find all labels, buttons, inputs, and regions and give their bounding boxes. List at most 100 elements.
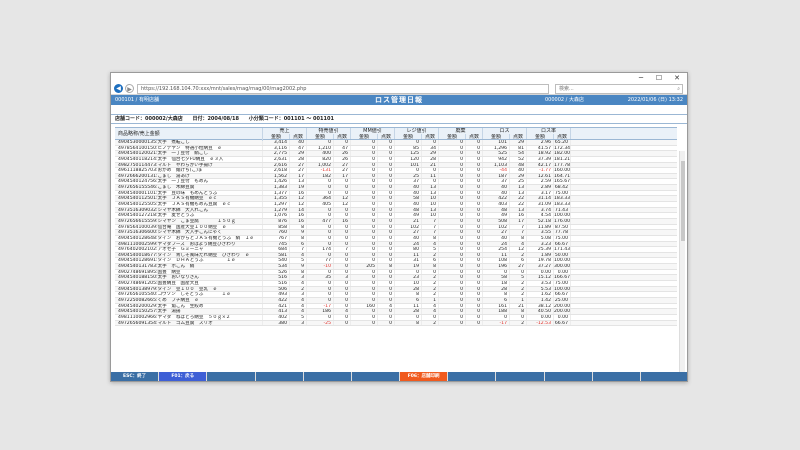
- header-amount: 金額: [483, 134, 510, 139]
- row-item-name: 4904540127218:太手 麦せとうふ: [115, 213, 263, 218]
- row-cell: 0: [466, 297, 483, 303]
- row-cell: 12: [290, 202, 307, 207]
- vertical-scrollbar[interactable]: [679, 151, 685, 377]
- row-cell: 0: [466, 140, 483, 145]
- row-cell: 0: [378, 275, 395, 281]
- row-cell: 4.54: [527, 213, 554, 218]
- row-cell: 2,631: [263, 156, 290, 162]
- row-cell: 508: [483, 218, 510, 224]
- row-cell: 1,426: [263, 179, 290, 185]
- search-conditions: 店舗コード：000002/大森店 日付：2004/08/18 小分類コード：00…: [111, 114, 687, 124]
- row-cell: 0: [351, 235, 378, 241]
- row-cell: 0: [378, 230, 395, 235]
- row-cell: 254: [483, 247, 510, 252]
- table-row[interactable]: 4972656091354:マルト ゴム豆腐 スリオ 380 3 -25 0 0 0 8 2 0 0…: [115, 320, 677, 327]
- row-cell: 183.33: [554, 196, 571, 202]
- row-item-name: 4972656105540:コウソン しそとうふ １ｅ: [115, 292, 263, 297]
- row-cell: 12.61: [527, 173, 554, 179]
- row-cell: 0: [466, 286, 483, 292]
- row-item-name: 4981110002599:ヤマダフーズ おはよう納豆ひきわり: [115, 241, 263, 247]
- row-item-name: 4904540131783:太手 ホこん 絹: [115, 264, 263, 269]
- back-arrow-icon[interactable]: ◀: [114, 84, 123, 93]
- row-cell: 0: [351, 185, 378, 190]
- row-cell: 172.34: [554, 145, 571, 151]
- row-cell: 0: [439, 286, 466, 292]
- function-key-1[interactable]: F01：戻る: [159, 372, 207, 381]
- search-input[interactable]: 検索... ⌕: [555, 84, 683, 94]
- row-cell: 0: [466, 314, 483, 320]
- row-cell: 0: [466, 173, 483, 179]
- search-icon[interactable]: ⌕: [677, 85, 680, 93]
- function-key-4[interactable]: [303, 372, 351, 381]
- row-cell: 48: [483, 207, 510, 213]
- row-item-name: 4972656615559:シマヤン ごま豆腐 １５０ｇ: [115, 218, 263, 224]
- row-cell: 27: [483, 230, 510, 235]
- url-input[interactable]: https://192.168.104.70:xxx/mnt/sales/rna…: [137, 84, 549, 94]
- row-cell: 405: [307, 202, 334, 207]
- close-icon[interactable]: ✕: [671, 74, 683, 82]
- row-cell: 125: [395, 151, 422, 156]
- function-key-0[interactable]: ESC：終了: [111, 372, 159, 381]
- row-cell: 8: [422, 264, 439, 269]
- row-cell: 0: [439, 309, 466, 314]
- row-cell: 38.12: [527, 303, 554, 309]
- row-cell: 10: [395, 281, 422, 286]
- function-key-9[interactable]: [544, 372, 592, 381]
- row-cell: 0: [351, 190, 378, 196]
- row-cell: 6: [290, 241, 307, 247]
- row-cell: 0: [307, 213, 334, 218]
- row-cell: 2: [422, 286, 439, 292]
- scrollbar-thumb[interactable]: [681, 161, 685, 241]
- function-key-2[interactable]: [207, 372, 255, 381]
- function-key-5[interactable]: [351, 372, 400, 381]
- row-cell: 0: [351, 140, 378, 145]
- function-key-11[interactable]: [640, 372, 687, 381]
- header-item-name: 商品略称/売上金額: [115, 128, 263, 141]
- row-cell: 0: [378, 162, 395, 168]
- minimize-icon[interactable]: ─: [635, 74, 647, 82]
- row-cell: 0: [351, 297, 378, 303]
- row-cell: 71.43: [554, 207, 571, 213]
- row-cell: 58: [395, 196, 422, 202]
- function-key-7[interactable]: [448, 372, 496, 381]
- row-cell: 28: [422, 156, 439, 162]
- function-key-3[interactable]: [255, 372, 303, 381]
- row-cell: 28: [290, 156, 307, 162]
- table-group-header: 商品略称/売上金額 売上 特売値引 MM値引 レジ値引 廃棄 ロス ロス率: [115, 127, 677, 141]
- function-key-6[interactable]: F06：店舗印刷: [400, 372, 448, 381]
- row-cell: 0: [466, 241, 483, 247]
- row-cell: 40: [395, 190, 422, 196]
- row-cell: 80: [395, 247, 422, 252]
- row-cell: 0: [351, 281, 378, 286]
- row-cell: 12: [510, 247, 527, 252]
- forward-arrow-icon[interactable]: ▶: [125, 84, 134, 93]
- row-cell: 164.71: [554, 173, 571, 179]
- row-item-name: 4978564100039:仙台庵 国産大豆１００納豆 ｅ: [115, 224, 263, 230]
- function-key-10[interactable]: [592, 372, 640, 381]
- row-cell: 0: [334, 320, 351, 326]
- row-cell: 3,116: [263, 145, 290, 151]
- row-cell: 4: [290, 309, 307, 314]
- row-cell: 3.17: [527, 190, 554, 196]
- page-title: ロス管理日報: [375, 96, 423, 104]
- row-cell: 11: [395, 252, 422, 258]
- row-cell: 2.89: [527, 185, 554, 190]
- row-cell: 3.74: [527, 207, 554, 213]
- row-cell: 3,414: [263, 140, 290, 145]
- row-cell: 68.42: [554, 185, 571, 190]
- row-cell: 0: [378, 173, 395, 179]
- row-cell: 540: [263, 258, 290, 264]
- row-cell: 0: [378, 320, 395, 326]
- row-cell: 0: [351, 309, 378, 314]
- row-cell: 13: [422, 190, 439, 196]
- function-key-8[interactable]: [496, 372, 544, 381]
- row-cell: 31.09: [527, 202, 554, 207]
- row-cell: 22: [510, 202, 527, 207]
- row-cell: 5: [510, 275, 527, 281]
- row-cell: 364: [307, 196, 334, 202]
- row-cell: 205: [351, 264, 378, 269]
- row-cell: 0.00: [527, 269, 554, 275]
- row-item-name: 4981110002966:ヤマダ ねばとろ納豆 ５０ｇ×２: [115, 314, 263, 320]
- maximize-icon[interactable]: ☐: [653, 74, 665, 82]
- row-item-name: 4904540150257:太手 湯揚: [115, 309, 263, 314]
